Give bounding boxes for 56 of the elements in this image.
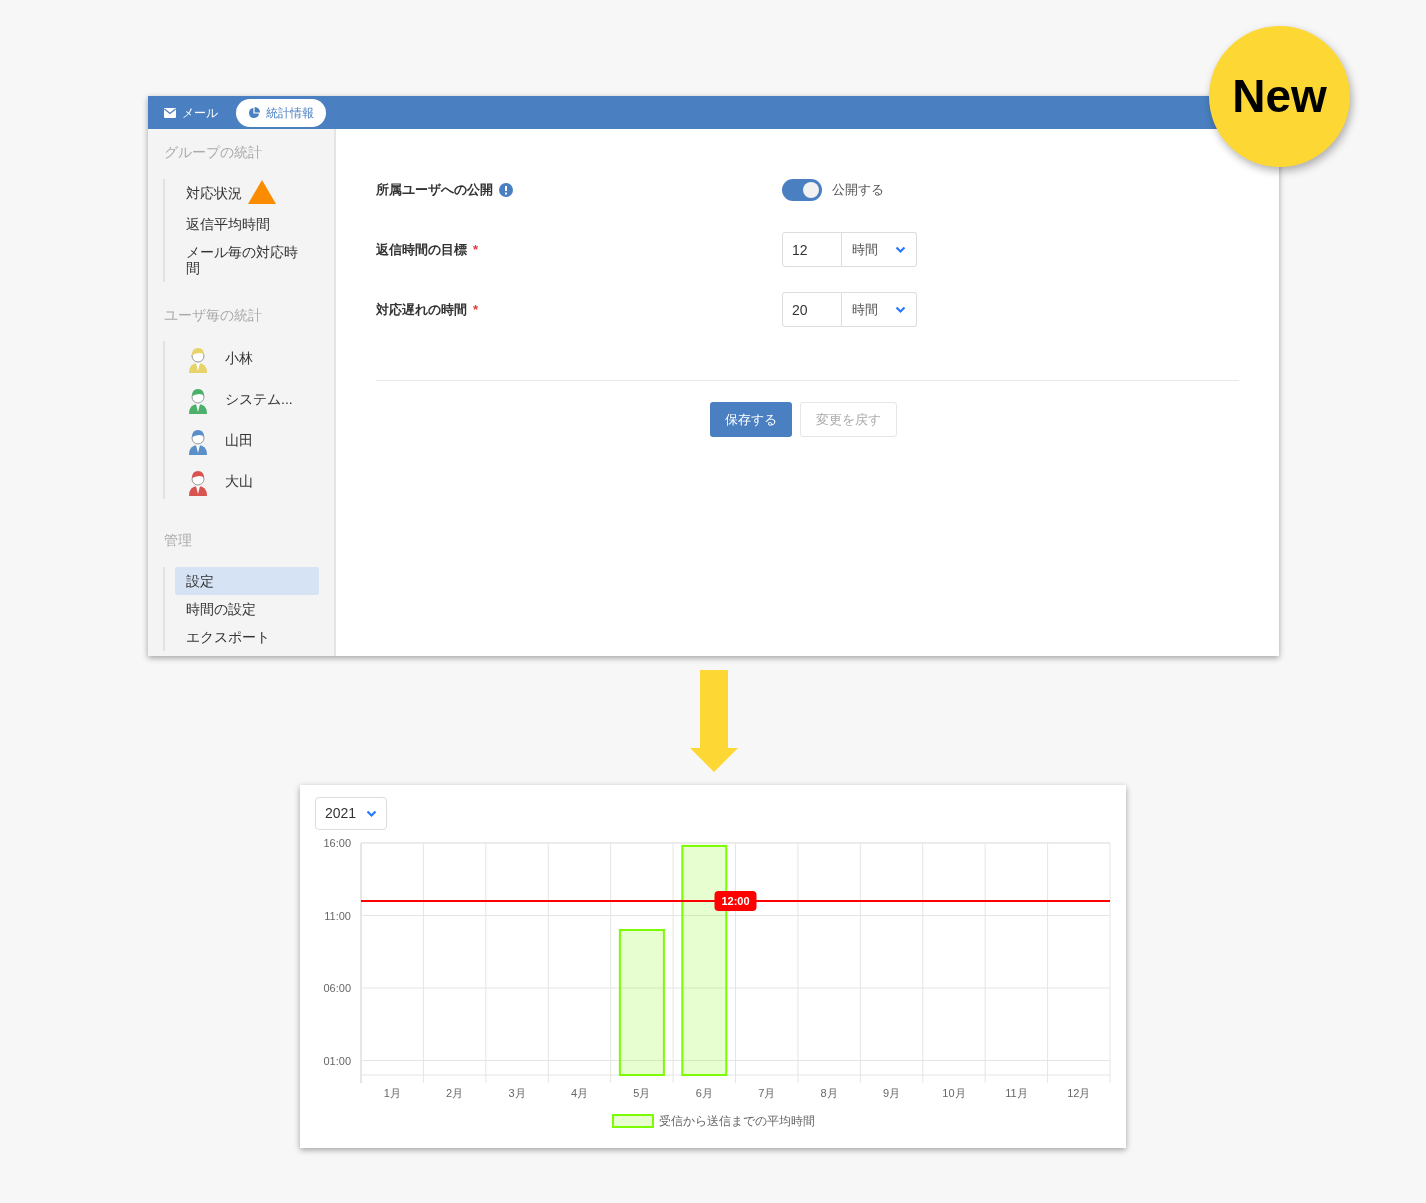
down-arrow-icon: [689, 670, 739, 772]
info-icon[interactable]: [499, 183, 513, 197]
x-tick-label: 10月: [942, 1087, 966, 1099]
y-tick-label: 16:00: [323, 837, 351, 849]
threshold-badge: [714, 891, 757, 911]
sidebar-item[interactable]: 時間の設定: [175, 595, 319, 623]
field-label: 返信時間の目標: [376, 240, 467, 259]
x-tick-label: 11月: [1005, 1087, 1028, 1099]
x-tick-label: 4月: [570, 1087, 588, 1099]
x-tick-label: 3月: [508, 1087, 526, 1099]
y-tick-label: 06:00: [323, 982, 351, 994]
x-tick-label: 7月: [758, 1087, 776, 1099]
x-tick-label: 5月: [633, 1087, 651, 1099]
field-label: 対応遅れの時間: [376, 300, 467, 319]
sidebar-item[interactable]: 返信平均時間: [175, 210, 319, 238]
save-button[interactable]: 保存する: [710, 402, 792, 437]
pie-chart-icon: [248, 106, 260, 119]
warning-triangle-icon: [248, 180, 276, 204]
user-item[interactable]: 大山: [175, 466, 319, 497]
nav-tab[interactable]: メール: [158, 98, 224, 127]
x-tick-label: 6月: [695, 1087, 713, 1099]
new-badge: New: [1209, 26, 1350, 167]
toggle-label: 公開する: [832, 181, 884, 200]
y-tick-label: 01:00: [323, 1054, 351, 1067]
threshold-label: 12:00: [721, 895, 750, 907]
x-tick-label: 1月: [383, 1087, 401, 1099]
x-tick-label: 12月: [1067, 1087, 1091, 1099]
field-label: 所属ユーザへの公開: [376, 181, 493, 200]
chevron-down-icon: [895, 245, 906, 254]
y-tick-label: 11:00: [324, 909, 351, 922]
toggle-switch[interactable]: [782, 179, 822, 201]
required-mark: *: [473, 240, 479, 259]
legend-label: 受信から送信までの平均時間: [659, 1114, 815, 1128]
section-title: グループの統計: [163, 143, 263, 162]
required-mark: *: [473, 300, 479, 319]
user-item[interactable]: システム...: [175, 384, 319, 415]
nav-tab[interactable]: 統計情報: [236, 98, 326, 127]
mail-icon: [164, 107, 176, 118]
number-input[interactable]: 20: [782, 292, 842, 327]
x-tick-label: 2月: [446, 1087, 464, 1099]
sidebar-item[interactable]: メール毎の対応時間: [175, 238, 319, 282]
x-tick-label: 8月: [820, 1087, 838, 1099]
x-tick-label: 9月: [883, 1087, 901, 1099]
user-item[interactable]: 山田: [175, 425, 319, 456]
section-title: 管理: [163, 531, 193, 550]
sidebar-item[interactable]: 設定: [175, 567, 319, 595]
unit-select[interactable]: 時間: [842, 292, 917, 327]
chevron-down-icon: [895, 305, 906, 314]
sidebar-item[interactable]: 対応状況: [175, 179, 319, 210]
year-select[interactable]: 2021: [315, 797, 388, 830]
sidebar-item[interactable]: エクスポート: [175, 623, 319, 651]
section-title: ユーザ毎の統計: [163, 306, 263, 325]
number-input[interactable]: 12: [782, 232, 842, 267]
user-item[interactable]: 小林: [175, 343, 319, 374]
unit-select[interactable]: 時間: [842, 232, 917, 267]
chevron-down-icon: [366, 809, 378, 818]
